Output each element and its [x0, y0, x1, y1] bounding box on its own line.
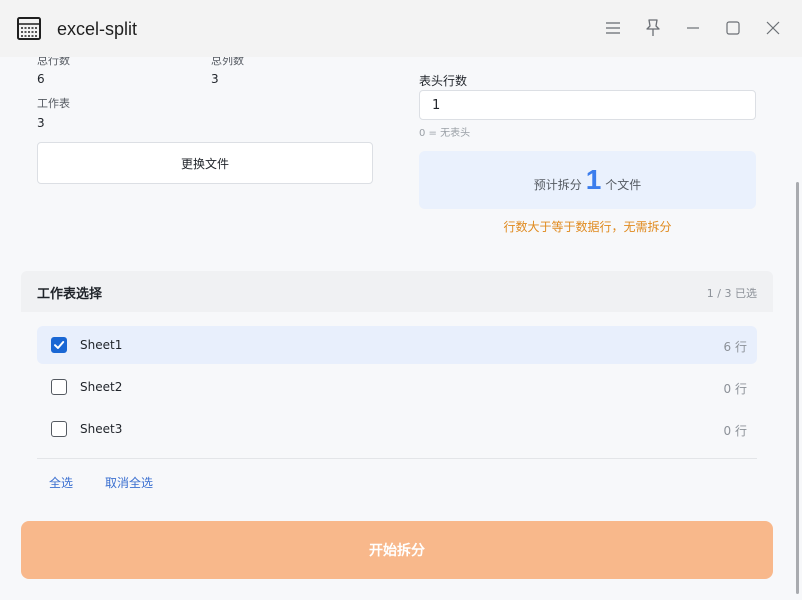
checkbox-unchecked-icon[interactable] [51, 421, 67, 437]
app-logo-icon [17, 17, 41, 40]
sheet-selection-header: 工作表选择 1 / 3 已选 [21, 271, 773, 312]
sheet-row-count: 6 行 [723, 340, 747, 354]
sheets-count-value: 3 [37, 116, 45, 130]
sheet-name: Sheet3 [80, 422, 123, 436]
sheet-row-count: 0 行 [723, 424, 747, 438]
total-cols-value: 3 [211, 72, 219, 86]
estimate-suffix: 个文件 [605, 178, 642, 192]
pin-icon[interactable] [642, 17, 664, 39]
sheet-selection-count: 1 / 3 已选 [706, 287, 757, 300]
estimate-count: 1 [585, 164, 602, 195]
divider [37, 458, 757, 459]
header-rows-label: 表头行数 [419, 74, 468, 88]
header-rows-input[interactable] [419, 90, 756, 120]
scrollbar-thumb[interactable] [796, 182, 799, 594]
sheet-name: Sheet2 [80, 380, 123, 394]
total-rows-label: 总行数 [37, 57, 70, 67]
menu-icon[interactable] [602, 17, 624, 39]
sheet-row[interactable]: Sheet1 6 行 [37, 326, 757, 364]
main-content: 总行数 6 总列数 3 工作表 3 更换文件 表头行数 0 = 无表头 预计拆分… [0, 57, 792, 600]
window-title: excel-split [57, 19, 138, 39]
header-rows-hint: 0 = 无表头 [419, 128, 471, 139]
checkbox-checked-icon[interactable] [51, 337, 67, 353]
sheet-row[interactable]: Sheet3 0 行 [37, 410, 757, 448]
sheet-row-count: 0 行 [723, 382, 747, 396]
deselect-all-link[interactable]: 取消全选 [105, 474, 153, 491]
no-split-warning: 行数大于等于数据行，无需拆分 [503, 220, 672, 234]
sheet-row[interactable]: Sheet2 0 行 [37, 368, 757, 406]
change-file-button[interactable]: 更换文件 [37, 142, 373, 184]
sheets-count-label: 工作表 [37, 97, 70, 110]
sheet-selection-title: 工作表选择 [37, 287, 103, 302]
select-all-link[interactable]: 全选 [49, 474, 73, 491]
close-icon[interactable] [762, 17, 784, 39]
start-split-button[interactable]: 开始拆分 [21, 521, 773, 579]
app-window: excel-split 总行数 6 总列数 3 工作表 3 更换文件 表头行数 … [0, 0, 802, 600]
total-rows-value: 6 [37, 72, 45, 86]
minimize-icon[interactable] [682, 17, 704, 39]
checkbox-unchecked-icon[interactable] [51, 379, 67, 395]
split-estimate-panel: 预计拆分 1 个文件 [419, 151, 756, 209]
maximize-icon[interactable] [722, 17, 744, 39]
estimate-prefix: 预计拆分 [533, 178, 582, 192]
title-bar: excel-split [0, 0, 802, 57]
total-cols-label: 总列数 [211, 57, 244, 67]
sheet-name: Sheet1 [80, 338, 123, 352]
